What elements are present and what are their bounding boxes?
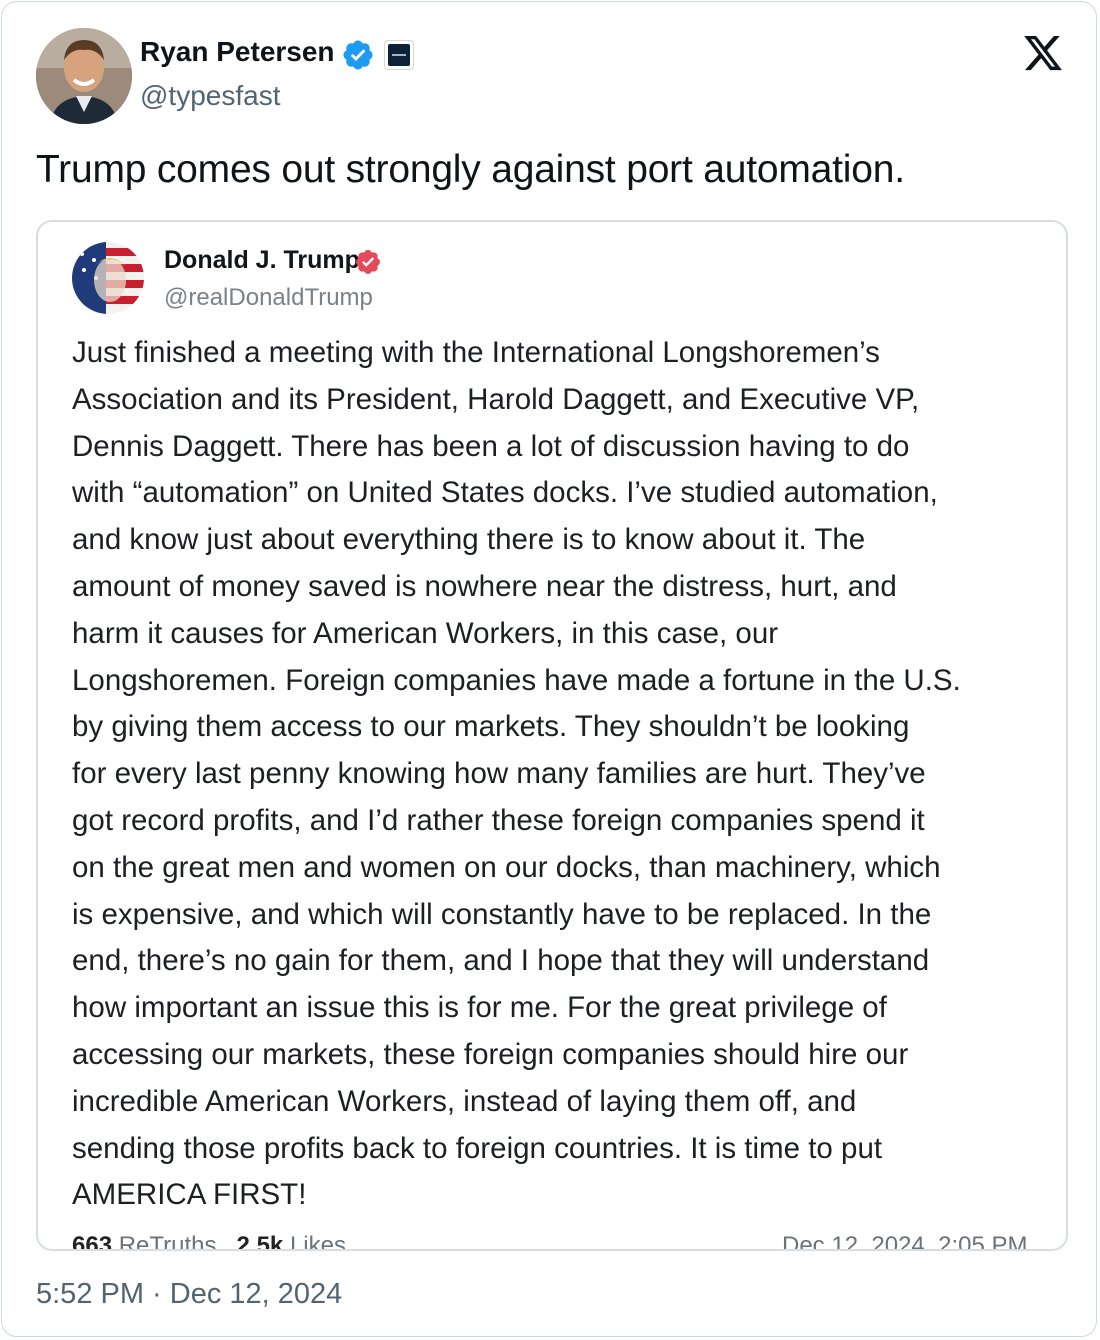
retruths-count: 663 [72,1232,113,1251]
company-logo-icon [388,44,410,66]
retruths-label: ReTruths [118,1232,217,1251]
body-line: end, there’s no gain for them, and I hop… [72,944,930,978]
quoted-author-name: Donald J. Trump [164,246,360,274]
body-line: Longshoremen. Foreign companies have mad… [72,663,961,697]
tweet-timestamp[interactable]: 5:52 PM · Dec 12, 2024 [36,1278,342,1311]
author-handle[interactable]: @typesfast [140,80,280,112]
likes-label: Likes [289,1232,346,1251]
quoted-post-date: Dec 12, 2024, 2:05 PM [782,1232,1028,1251]
body-line: incredible American Workers, instead of … [72,1084,857,1118]
body-line: how important an issue this is for me. F… [72,991,887,1025]
body-line: by giving them access to our markets. Th… [72,710,910,744]
x-logo-icon[interactable] [1020,32,1066,74]
tweet-text: Trump comes out strongly against port au… [36,148,905,191]
company-affiliate-badge[interactable] [384,40,414,70]
avatar[interactable] [36,28,132,124]
body-line: amount of money saved is nowhere near th… [72,569,897,603]
body-line: and know just about everything there is … [72,523,866,557]
body-line: on the great men and women on our docks,… [72,850,941,884]
body-line: with “automation” on United States docks… [72,476,938,510]
quoted-post-body: Just finished a meeting with the Interna… [72,330,1052,1219]
flag-portrait-icon [72,242,144,314]
verified-check-icon [343,40,373,70]
body-line: AMERICA FIRST! [72,1178,307,1212]
body-line: Dennis Daggett. There has been a lot of … [72,429,910,463]
verified-badge-icon [356,250,380,274]
body-line: sending those profits back to foreign co… [72,1131,883,1165]
body-line: Just finished a meeting with the Interna… [72,336,880,369]
body-line: Association and its President, Harold Da… [72,382,920,416]
body-line: got record profits, and I’d rather these… [72,803,925,837]
avatar-photo [36,28,132,124]
quoted-post-image[interactable]: Donald J. Trump @realDonaldTrump Just fi… [36,220,1068,1251]
likes-count: 2.5k [236,1232,284,1251]
tweet-card: Ryan Petersen @typesfast Trump comes out… [1,1,1097,1337]
body-line: harm it causes for American Workers, in … [72,616,779,650]
quoted-author-handle: @realDonaldTrump [164,284,373,311]
quoted-post-stats: 663 ReTruths 2.5k Likes [72,1232,346,1251]
quoted-author-avatar [72,242,144,314]
body-line: is expensive, and which will constantly … [72,897,932,931]
author-name[interactable]: Ryan Petersen [140,36,335,68]
body-line: for every last penny knowing how many fa… [72,757,926,791]
body-line: accessing our markets, these foreign com… [72,1037,909,1071]
